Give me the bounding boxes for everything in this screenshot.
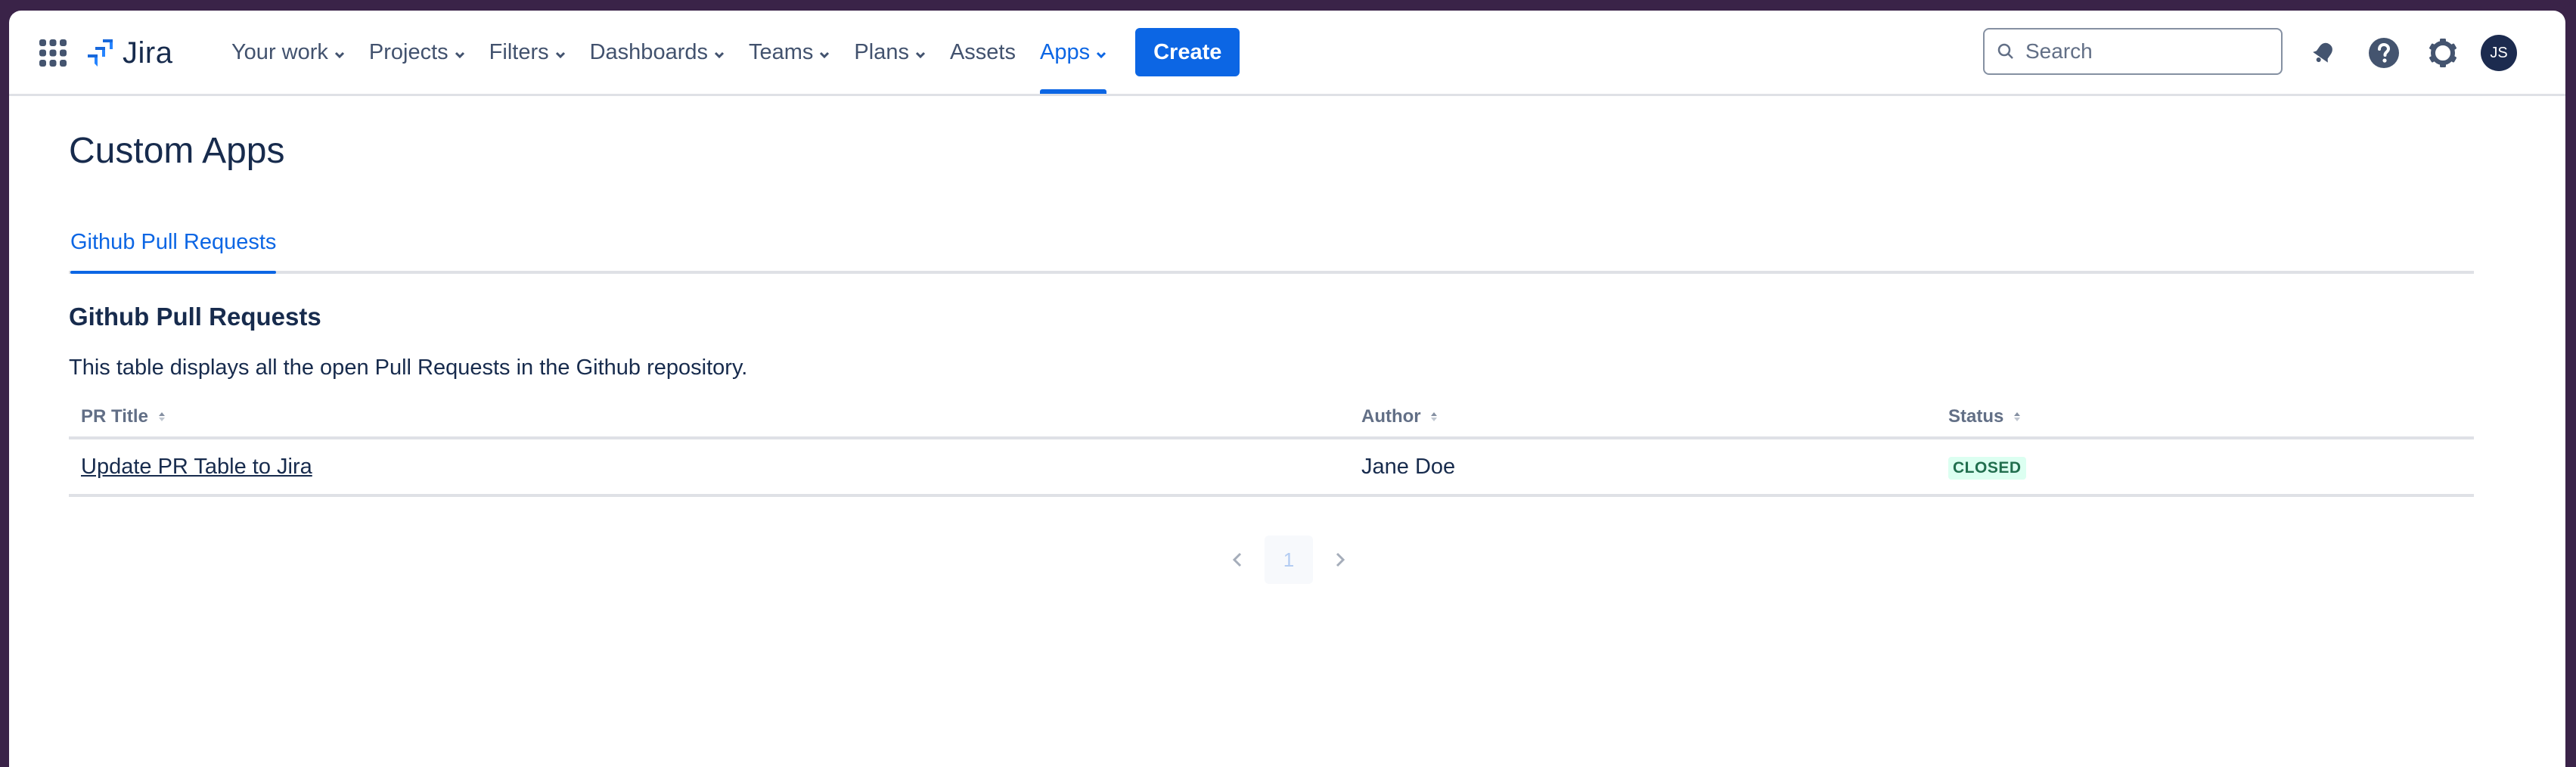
nav-dashboards[interactable]: Dashboards	[578, 11, 737, 94]
previous-page-button[interactable]	[1222, 536, 1252, 584]
chevron-down-icon	[455, 40, 465, 65]
app-switcher-icon	[39, 39, 67, 67]
chevron-down-icon	[915, 40, 926, 65]
user-avatar[interactable]: JS	[2481, 35, 2517, 71]
section-title: Github Pull Requests	[69, 303, 321, 331]
chevron-down-icon	[334, 40, 345, 65]
section-description: This table displays all the open Pull Re…	[69, 356, 748, 380]
browser-window: Jira Your work Projects Filters Dashboar…	[9, 11, 2565, 767]
chevron-down-icon	[555, 40, 566, 65]
page-title: Custom Apps	[69, 131, 285, 171]
nav-teams[interactable]: Teams	[737, 11, 842, 94]
nav-label: Assets	[949, 39, 1016, 64]
pr-title-link[interactable]: Update PR Table to Jira	[81, 455, 312, 479]
chevron-left-icon	[1232, 552, 1242, 567]
jira-logo-icon	[88, 39, 113, 67]
nav-label: Filters	[489, 39, 549, 64]
next-page-button[interactable]	[1325, 536, 1355, 584]
column-label: Status	[1948, 406, 2004, 427]
notifications-button[interactable]	[2307, 36, 2340, 70]
nav-filters[interactable]: Filters	[477, 11, 578, 94]
page-button-current[interactable]: 1	[1265, 536, 1313, 584]
pull-requests-table: PR Title Author Status Update PR Table t…	[69, 398, 2474, 497]
sort-icon	[2013, 407, 2021, 428]
top-navigation: Jira Your work Projects Filters Dashboar…	[9, 11, 2565, 96]
nav-label: Projects	[368, 39, 448, 64]
search-icon	[1997, 43, 2013, 59]
product-name: Jira	[123, 36, 173, 70]
table-header-row: PR Title Author Status	[69, 398, 2474, 439]
column-label: Author	[1361, 406, 1421, 427]
nav-projects[interactable]: Projects	[357, 11, 477, 94]
pagination: 1	[1222, 536, 1355, 584]
nav-label: Teams	[748, 39, 814, 64]
nav-label: Plans	[854, 39, 909, 64]
nav-label: Your work	[231, 39, 328, 64]
notifications-icon	[2313, 42, 2332, 63]
nav-label: Dashboards	[589, 39, 708, 64]
cell-status: CLOSED	[1936, 438, 2474, 497]
sort-icon	[1430, 407, 1438, 428]
nav-label: Apps	[1039, 39, 1091, 64]
status-badge: CLOSED	[1948, 457, 2026, 480]
chevron-right-icon	[1336, 552, 1345, 567]
search-input[interactable]	[2024, 39, 2269, 64]
column-header-pr-title[interactable]: PR Title	[69, 398, 1349, 439]
column-header-status[interactable]: Status	[1936, 398, 2474, 439]
settings-icon	[2429, 39, 2457, 67]
chevron-down-icon	[819, 40, 830, 65]
column-label: PR Title	[81, 406, 148, 427]
chevron-down-icon	[1096, 40, 1106, 65]
nav-apps[interactable]: Apps	[1028, 11, 1119, 94]
help-icon	[2369, 38, 2399, 68]
table-row: Update PR Table to Jira Jane Doe CLOSED	[69, 438, 2474, 497]
create-button[interactable]: Create	[1135, 28, 1240, 76]
help-button[interactable]	[2367, 36, 2401, 70]
tab-github-pull-requests[interactable]: Github Pull Requests	[70, 224, 277, 274]
search-box[interactable]	[1983, 28, 2283, 75]
tab-list: Github Pull Requests	[69, 224, 2474, 274]
nav-plans[interactable]: Plans	[842, 11, 938, 94]
sort-icon	[158, 407, 166, 428]
app-switcher-button[interactable]	[39, 39, 67, 67]
nav-assets[interactable]: Assets	[938, 11, 1028, 94]
cell-author: Jane Doe	[1349, 438, 1936, 497]
cell-pr-title: Update PR Table to Jira	[69, 438, 1349, 497]
primary-nav: Your work Projects Filters Dashboards Te…	[219, 11, 1240, 94]
chevron-down-icon	[714, 40, 725, 65]
column-header-author[interactable]: Author	[1349, 398, 1936, 439]
nav-your-work[interactable]: Your work	[219, 11, 357, 94]
jira-logo[interactable]: Jira	[85, 33, 172, 73]
settings-button[interactable]	[2426, 36, 2460, 70]
